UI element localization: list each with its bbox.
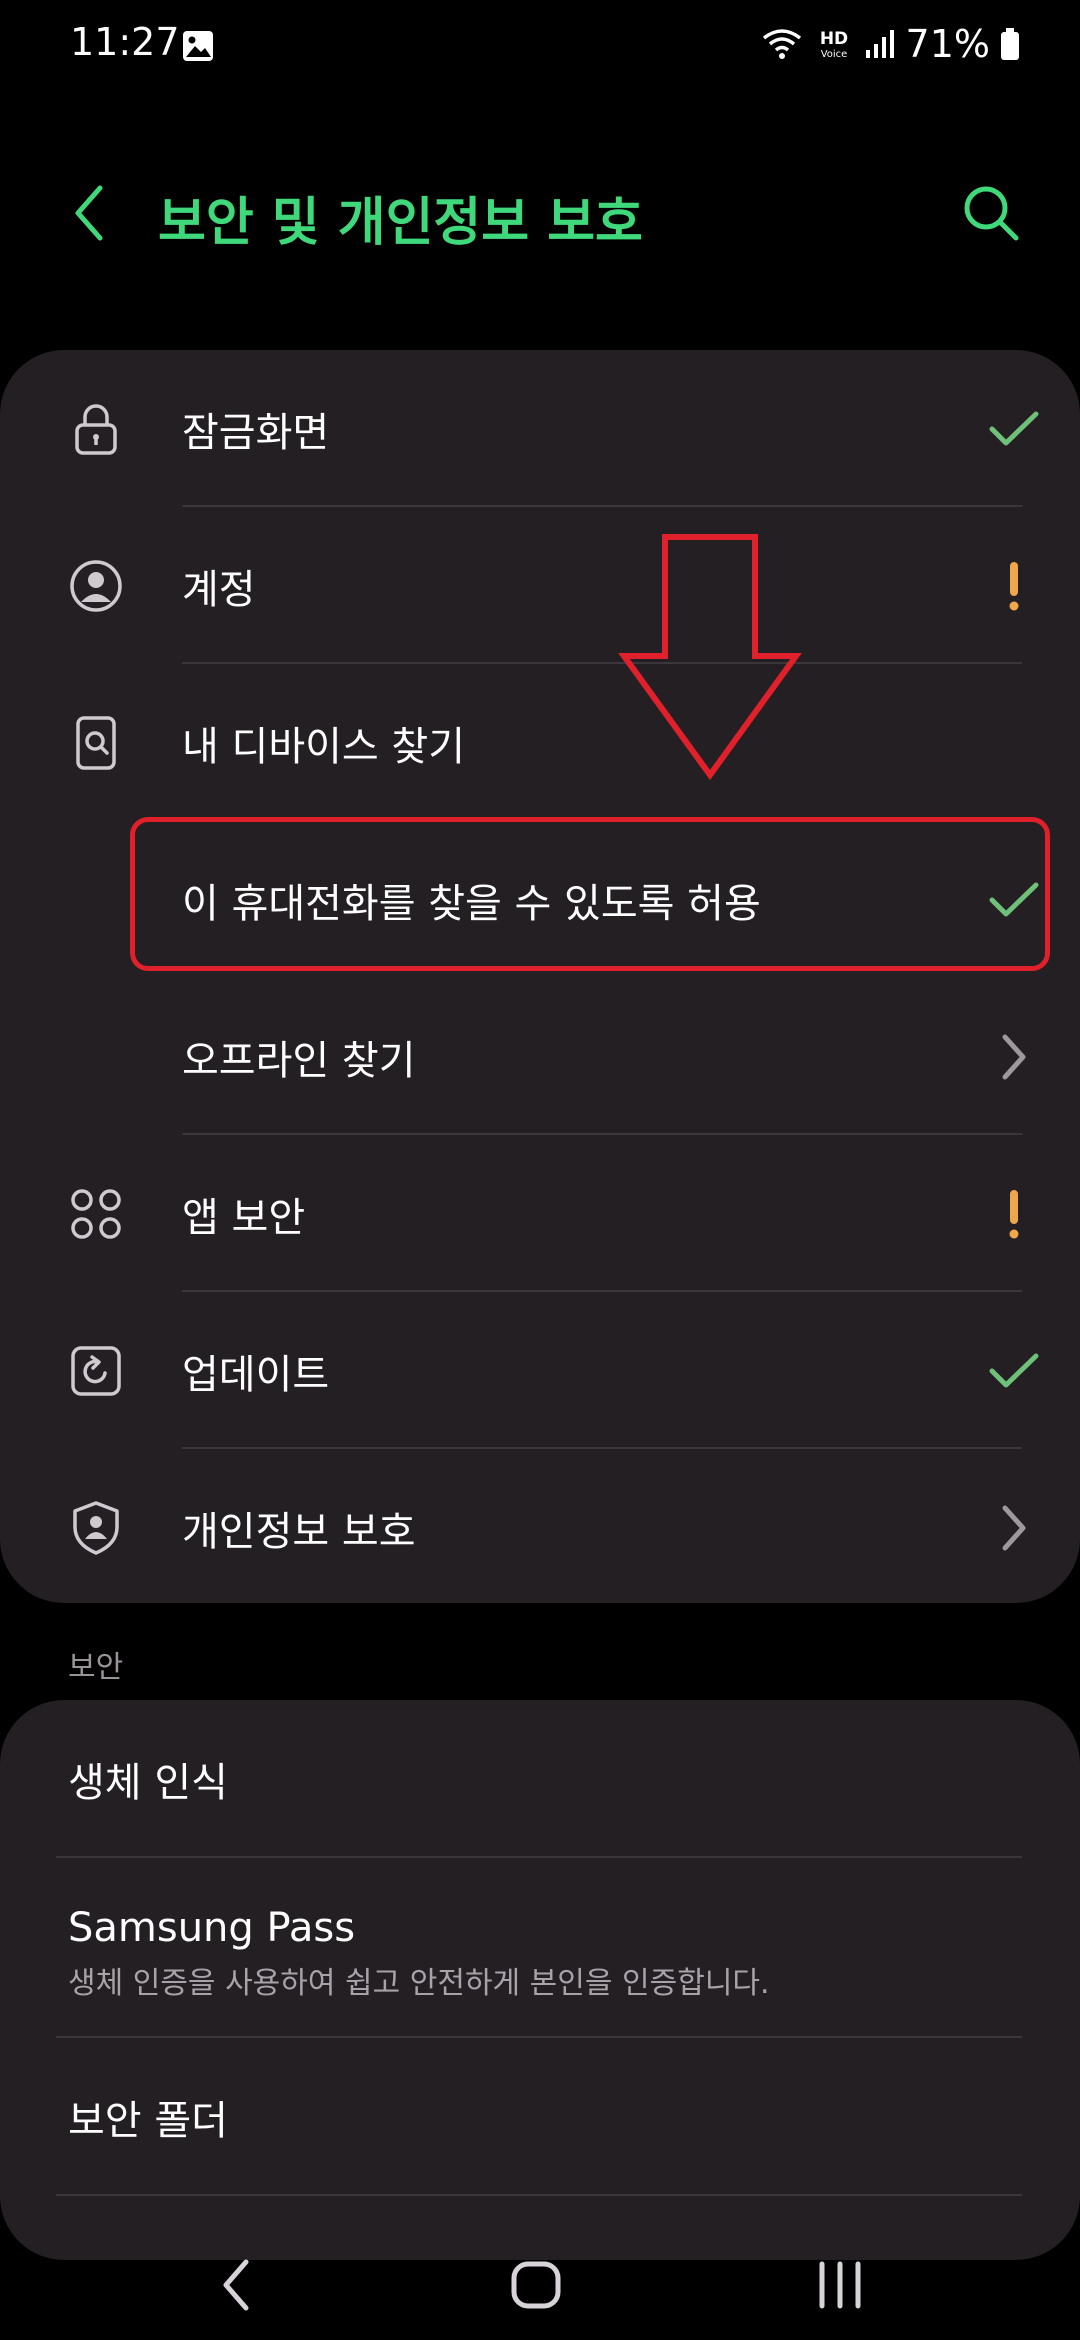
row-offline-finding[interactable]: 오프라인 찾기 xyxy=(0,978,1080,1135)
security-card: 생체 인식 Samsung Pass 생체 인증을 사용하여 쉽고 안전하게 본… xyxy=(0,1700,1080,2260)
row-label: 앱 보안 xyxy=(182,1194,306,1241)
app-bar: 보안 및 개인정보 보호 xyxy=(0,150,1080,270)
row-label: 잠금화면 xyxy=(182,409,330,456)
status-icons: HD Voice 71% xyxy=(760,22,1020,66)
row-label: 개인정보 보호 xyxy=(182,1508,416,1555)
status-bar: 11:27 HD Voice 71% xyxy=(0,0,1080,96)
row-label: 생체 인식 xyxy=(68,1760,228,1806)
battery-icon xyxy=(1001,28,1019,60)
row-app-security[interactable]: 앱 보안 xyxy=(0,1135,1080,1292)
row-label: 보안 폴더 xyxy=(68,2098,228,2144)
lock-icon xyxy=(75,403,117,455)
nav-recents-icon[interactable] xyxy=(800,2250,880,2320)
row-subtitle: 생체 인증을 사용하여 쉽고 안전하게 본인을 인증합니다. xyxy=(68,1966,770,2001)
gallery-notification-icon xyxy=(183,31,213,61)
section-header-security: 보안 xyxy=(68,1650,124,1685)
privacy-shield-icon xyxy=(73,1500,119,1555)
page-title: 보안 및 개인정보 보호 xyxy=(158,193,643,253)
update-icon xyxy=(71,1345,121,1396)
hd-label: HD xyxy=(819,29,847,49)
status-time: 11:27 xyxy=(70,20,180,64)
row-samsung-pass[interactable]: Samsung Pass 생체 인증을 사용하여 쉽고 안전하게 본인을 인증합… xyxy=(0,1858,1080,2038)
battery-percent: 71% xyxy=(905,22,990,66)
chevron-right-icon xyxy=(986,1500,1042,1556)
app-security-icon xyxy=(71,1188,121,1239)
row-secure-folder[interactable]: 보안 폴더 xyxy=(0,2038,1080,2196)
hd-voice-icon: HD Voice xyxy=(819,29,847,60)
navigation-bar xyxy=(0,2230,1080,2340)
row-label: 오프라인 찾기 xyxy=(182,1037,416,1084)
highlight-box xyxy=(130,817,1050,971)
row-label: Samsung Pass xyxy=(68,1905,356,1951)
nav-back-icon[interactable] xyxy=(198,2250,278,2320)
warning-icon xyxy=(986,558,1042,614)
row-label: 계정 xyxy=(182,566,256,613)
divider xyxy=(56,2194,1022,2196)
warning-icon xyxy=(986,1186,1042,1242)
row-lock-screen[interactable]: 잠금화면 xyxy=(0,350,1080,507)
row-label: 업데이트 xyxy=(182,1351,330,1398)
check-icon xyxy=(986,401,1042,457)
search-icon[interactable] xyxy=(958,180,1024,246)
annotation-arrow-down-icon xyxy=(618,534,802,781)
back-arrow-icon[interactable] xyxy=(66,180,114,246)
row-updates[interactable]: 업데이트 xyxy=(0,1292,1080,1449)
nav-home-icon[interactable] xyxy=(496,2250,576,2320)
voice-label: Voice xyxy=(820,49,847,60)
wifi-icon xyxy=(762,29,801,59)
signal-icon xyxy=(865,30,894,58)
row-account[interactable]: 계정 xyxy=(0,507,1080,664)
row-privacy[interactable]: 개인정보 보호 xyxy=(0,1449,1080,1606)
find-device-icon xyxy=(76,715,116,770)
chevron-right-icon xyxy=(986,1029,1042,1085)
account-icon xyxy=(70,559,122,612)
row-label: 내 디바이스 찾기 xyxy=(182,723,466,770)
row-find-my-device[interactable]: 내 디바이스 찾기 xyxy=(0,664,1080,821)
check-icon xyxy=(986,1343,1042,1399)
security-status-card: 잠금화면 계정 내 디바이스 찾기 이 휴대전화를 찾을 수 있도록 허용 오프… xyxy=(0,350,1080,1603)
row-biometrics[interactable]: 생체 인식 xyxy=(0,1700,1080,1858)
